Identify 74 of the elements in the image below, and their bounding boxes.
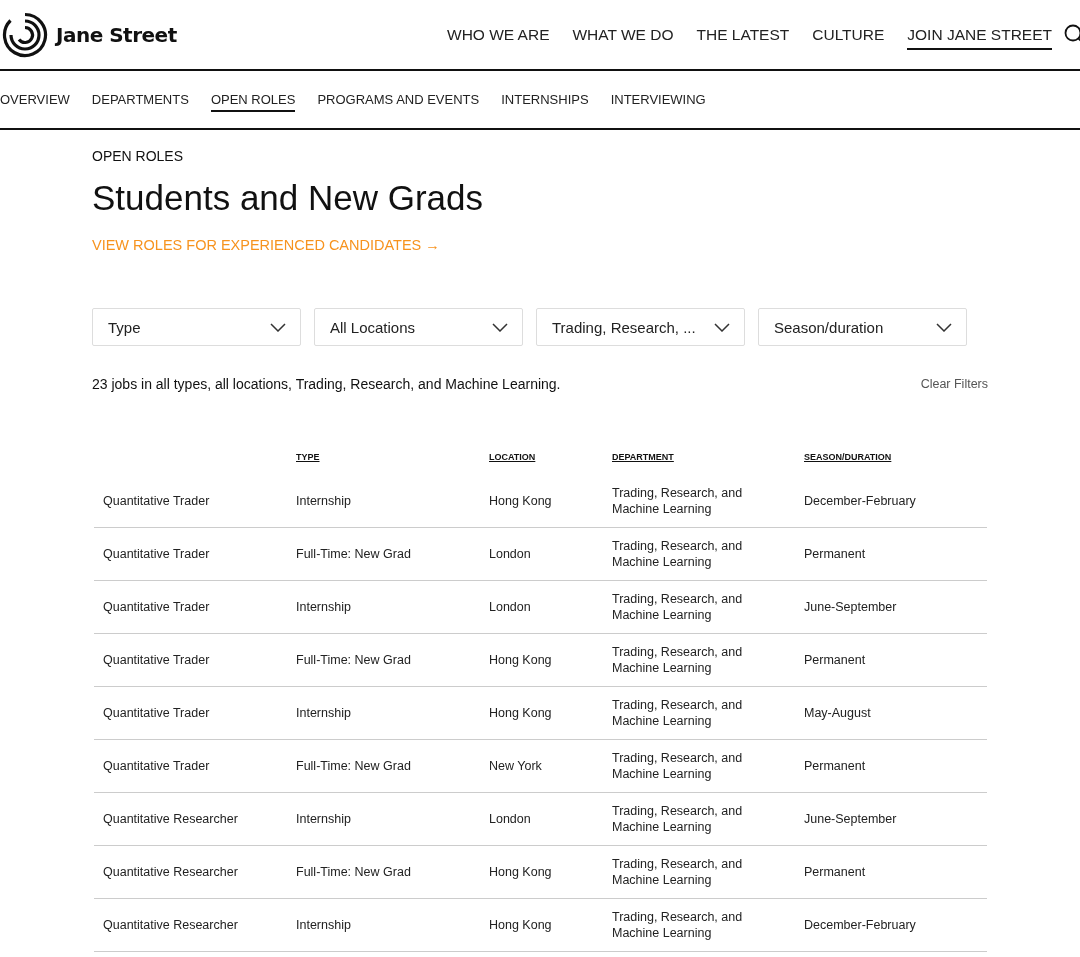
table-cell: Full-Time: New Grad [296,545,411,563]
filter-dropdown[interactable]: All Locations [314,308,523,346]
table-cell-text: Trading, Research, and Machine Learning [612,696,744,730]
table-cell-text: Trading, Research, and Machine Learning [612,484,744,518]
column-header[interactable]: DEPARTMENT [612,452,674,462]
filter-dropdown[interactable]: Season/duration [758,308,967,346]
table-cell-text: Trading, Research, and Machine Learning [612,537,744,571]
subnav-link[interactable]: INTERNSHIPS [501,92,589,112]
subnav-link[interactable]: OPEN ROLES [210,92,296,112]
filter-dropdown[interactable]: Type [92,308,301,346]
table-cell: Internship [296,916,351,934]
table-cell-text: Trading, Research, and Machine Learning [612,590,744,624]
eyebrow: OPEN ROLES [92,148,185,164]
table-cell: Hong Kong [489,704,552,722]
table-cell: Full-Time: New Grad [296,651,411,669]
chevron-down-icon [936,322,952,332]
clear-filters-link[interactable]: Clear Filters [920,377,988,391]
job-title-link[interactable]: Quantitative Researcher [103,863,238,881]
table-cell: Hong Kong [489,651,552,669]
table-cell-text: Trading, Research, and Machine Learning [612,855,744,889]
logo-icon [2,11,48,58]
nav-link[interactable]: WHAT WE DO [572,25,674,50]
job-title-link[interactable]: Quantitative Researcher [103,916,238,934]
table-cell: December-February [804,492,916,510]
brand-name[interactable]: Jane Street [56,22,177,47]
chevron-down-icon [492,322,508,332]
table-cell: Internship [296,598,351,616]
table-cell: June-September [804,810,897,828]
table-cell: Permanent [804,651,866,669]
job-title-link[interactable]: Quantitative Trader [103,545,210,563]
nav-link[interactable]: CULTURE [812,25,885,50]
table-cell-text: Trading, Research, and Machine Learning [612,802,744,836]
column-header[interactable]: SEASON/DURATION [804,452,892,462]
subnav-link[interactable]: DEPARTMENTS [91,92,189,112]
subnav-link[interactable]: PROGRAMS AND EVENTS [317,92,480,112]
nav-link[interactable]: WHO WE ARE [447,25,550,50]
table-cell: Internship [296,492,351,510]
job-title-link[interactable]: Quantitative Trader [103,757,210,775]
chevron-down-icon [714,322,730,332]
job-title-link[interactable]: Quantitative Trader [103,704,210,722]
table-cell: London [489,545,531,563]
table-cell: Hong Kong [489,863,552,881]
column-header[interactable]: LOCATION [489,452,536,462]
column-header[interactable]: TYPE [296,452,320,462]
job-title-link[interactable]: Quantitative Trader [103,651,210,669]
subnav-link[interactable]: INTERVIEWING [610,92,706,112]
table-cell: June-September [804,598,897,616]
nav-link[interactable]: JOIN JANE STREET [907,25,1052,50]
table-cell: Full-Time: New Grad [296,863,411,881]
table-cell: Internship [296,704,351,722]
table-cell: Permanent [804,863,866,881]
job-title-link[interactable]: Quantitative Trader [103,492,210,510]
job-title-link[interactable]: Quantitative Trader [103,598,210,616]
filter-dropdown[interactable]: Trading, Research, ... [536,308,745,346]
job-title-link[interactable]: Quantitative Researcher [103,810,238,828]
table-cell-text: Trading, Research, and Machine Learning [612,749,744,783]
table-cell: Full-Time: New Grad [296,757,411,775]
table-cell: Hong Kong [489,492,552,510]
subnav-link[interactable]: OVERVIEW [0,92,70,112]
chevron-down-icon [270,322,286,332]
table-cell: Permanent [804,757,866,775]
table-cell: Hong Kong [489,916,552,934]
table-cell: Permanent [804,545,866,563]
table-cell-text: Trading, Research, and Machine Learning [612,908,744,942]
table-cell: Internship [296,810,351,828]
page-title: Students and New Grads [92,178,485,218]
nav-link[interactable]: THE LATEST [696,25,790,50]
table-cell-text: Trading, Research, and Machine Learning [612,643,744,677]
table-cell: May-August [804,704,871,722]
results-summary: 23 jobs in all types, all locations, Trading, Research, and Machine Learning. [92,376,561,392]
table-cell: New York [489,757,542,775]
table-cell: London [489,810,531,828]
table-cell: London [489,598,531,616]
table-cell: December-February [804,916,916,934]
